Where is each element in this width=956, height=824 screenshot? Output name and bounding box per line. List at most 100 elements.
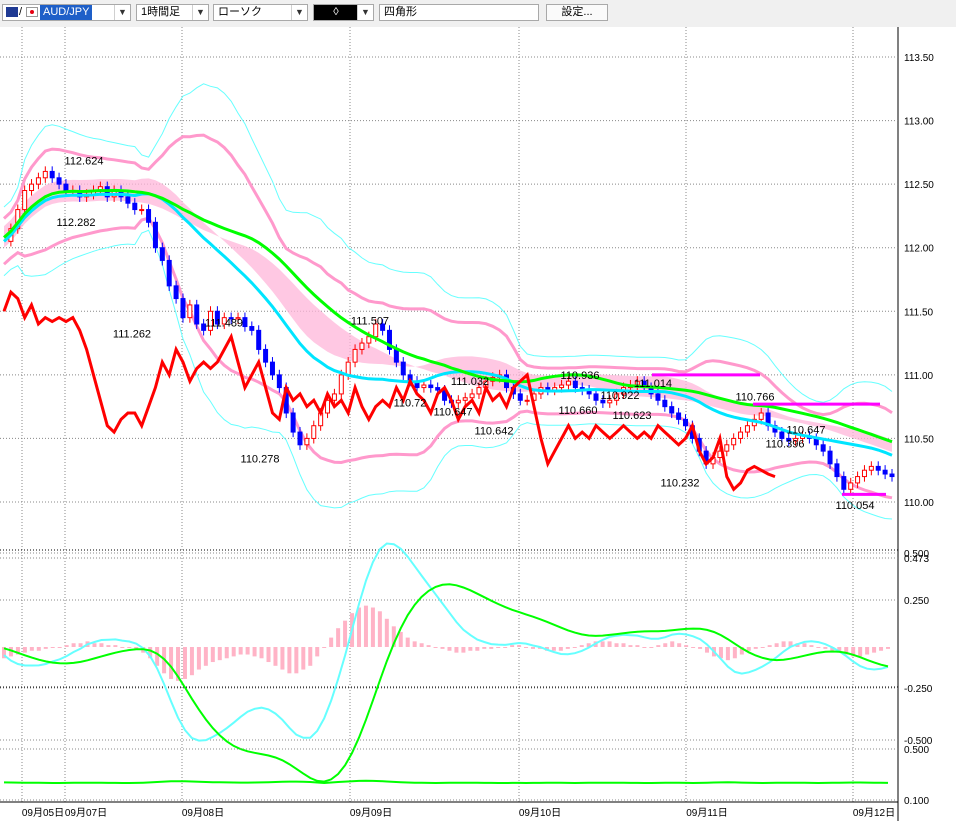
- candle-up: [855, 476, 861, 484]
- macd-histogram-bar: [691, 647, 696, 648]
- macd-histogram-bar: [670, 641, 675, 647]
- macd-tick-label: -0.250: [904, 684, 933, 695]
- candle-down: [593, 393, 599, 401]
- chevron-down-icon[interactable]: ▼: [357, 5, 373, 20]
- symbol-label: AUD/JPY: [40, 5, 93, 20]
- macd-histogram-bar: [656, 645, 661, 647]
- candle-down: [875, 465, 881, 471]
- macd-histogram-bar: [426, 645, 431, 647]
- price-annotation: 111.014: [634, 378, 672, 390]
- macd-histogram-bar: [419, 643, 424, 647]
- macd-histogram-bar: [405, 637, 410, 647]
- macd-histogram-bar: [22, 647, 27, 653]
- candle-up: [42, 170, 48, 179]
- price-tick-label: 113.00: [904, 117, 934, 128]
- macd-histogram-bar: [99, 643, 104, 647]
- price-tick-label: 111.50: [904, 307, 934, 318]
- candle-down: [173, 285, 179, 300]
- chevron-down-icon[interactable]: ▼: [114, 5, 130, 20]
- macd-histogram-bar: [517, 645, 522, 647]
- date-label: 09月12日: [853, 807, 895, 819]
- drawing-tool-field[interactable]: 四角形: [379, 4, 539, 21]
- macd-histogram-bar: [301, 647, 306, 670]
- macd-histogram-bar: [614, 643, 619, 647]
- candle-up: [29, 183, 35, 191]
- candle-down: [166, 259, 172, 287]
- macd-histogram-bar: [496, 647, 501, 648]
- indicator-tick-label: 0.500: [904, 745, 929, 756]
- candle-up: [861, 469, 867, 478]
- candle-down: [152, 221, 158, 249]
- chevron-down-icon[interactable]: ▼: [291, 5, 307, 20]
- settings-button[interactable]: 設定...: [546, 4, 608, 21]
- candle-down: [669, 406, 675, 414]
- macd-histogram-bar: [642, 647, 647, 648]
- macd-histogram-bar: [565, 647, 570, 649]
- candle-down: [834, 463, 840, 478]
- drawing-mode-select[interactable]: ◊ ▼: [313, 4, 374, 21]
- chart-style-select[interactable]: ローソク ▼: [213, 4, 308, 21]
- candle-down: [125, 196, 131, 204]
- candle-down: [159, 247, 165, 261]
- macd-histogram-bar: [663, 643, 668, 647]
- macd-histogram-bar: [600, 641, 605, 647]
- candle-up: [848, 482, 854, 490]
- macd-histogram-bar: [510, 645, 515, 647]
- chart-style-label: ローソク: [218, 6, 262, 18]
- candle-down: [56, 177, 62, 185]
- macd-histogram-bar: [489, 647, 494, 649]
- macd-histogram-bar: [224, 647, 229, 659]
- macd-histogram-bar: [475, 647, 480, 651]
- price-tick-label: 110.50: [904, 434, 934, 445]
- macd-histogram-bar: [433, 647, 438, 648]
- chevron-down-icon[interactable]: ▼: [192, 5, 208, 20]
- macd-histogram-bar: [29, 647, 34, 651]
- price-tick-label: 111.00: [904, 371, 934, 382]
- symbol-select[interactable]: / AUD/JPY ▼: [2, 4, 131, 21]
- macd-histogram-bar: [169, 647, 174, 679]
- candle-down: [393, 348, 399, 363]
- candle-down: [779, 431, 785, 439]
- price-annotation: 110.396: [766, 439, 805, 451]
- macd-histogram-bar: [649, 647, 654, 648]
- macd-histogram-bar: [879, 647, 884, 651]
- macd-histogram-bar: [287, 647, 292, 674]
- date-label: 09月07日: [65, 807, 107, 819]
- macd-histogram-bar: [503, 647, 508, 648]
- candle-down: [889, 473, 895, 478]
- price-annotation: 110.766: [736, 392, 775, 404]
- macd-histogram-bar: [760, 647, 765, 648]
- candle-up: [35, 177, 41, 185]
- chart-svg: 113.50 113.00 112.50 112.00 111.50 111.00 110.…: [0, 27, 956, 821]
- macd-histogram-bar: [36, 647, 41, 651]
- price-annotation: 111.262: [113, 329, 151, 341]
- candle-up: [139, 209, 145, 212]
- timeframe-select[interactable]: 1時間足 ▼: [136, 4, 209, 21]
- candle-up: [469, 393, 475, 399]
- date-label: 09月05日: [22, 807, 64, 819]
- macd-histogram-bar: [635, 645, 640, 647]
- price-annotation: 110.660: [559, 405, 598, 417]
- candle-down: [256, 329, 262, 350]
- candle-up: [744, 425, 750, 433]
- macd-histogram-bar: [858, 647, 863, 657]
- candle-down: [194, 304, 200, 325]
- macd-histogram-bar: [531, 647, 536, 649]
- timeframe-label: 1時間足: [141, 6, 181, 18]
- candle-down: [49, 170, 55, 179]
- macd-histogram-bar: [628, 645, 633, 647]
- macd-histogram-bar: [231, 647, 236, 657]
- candle-down: [655, 393, 661, 401]
- macd-histogram-bar: [356, 607, 361, 647]
- date-label: 09月08日: [182, 807, 224, 819]
- chart-area: 113.50 113.00 112.50 112.00 111.50 111.00 110.…: [0, 27, 956, 821]
- candle-up: [345, 361, 351, 376]
- candle-down: [297, 431, 303, 446]
- macd-histogram-bar: [273, 647, 278, 666]
- candle-up: [731, 437, 737, 446]
- candle-up: [476, 387, 482, 395]
- macd-histogram-bar: [886, 647, 890, 649]
- candle-up: [738, 431, 744, 439]
- candle-down: [242, 317, 248, 328]
- macd-histogram-bar: [377, 611, 382, 647]
